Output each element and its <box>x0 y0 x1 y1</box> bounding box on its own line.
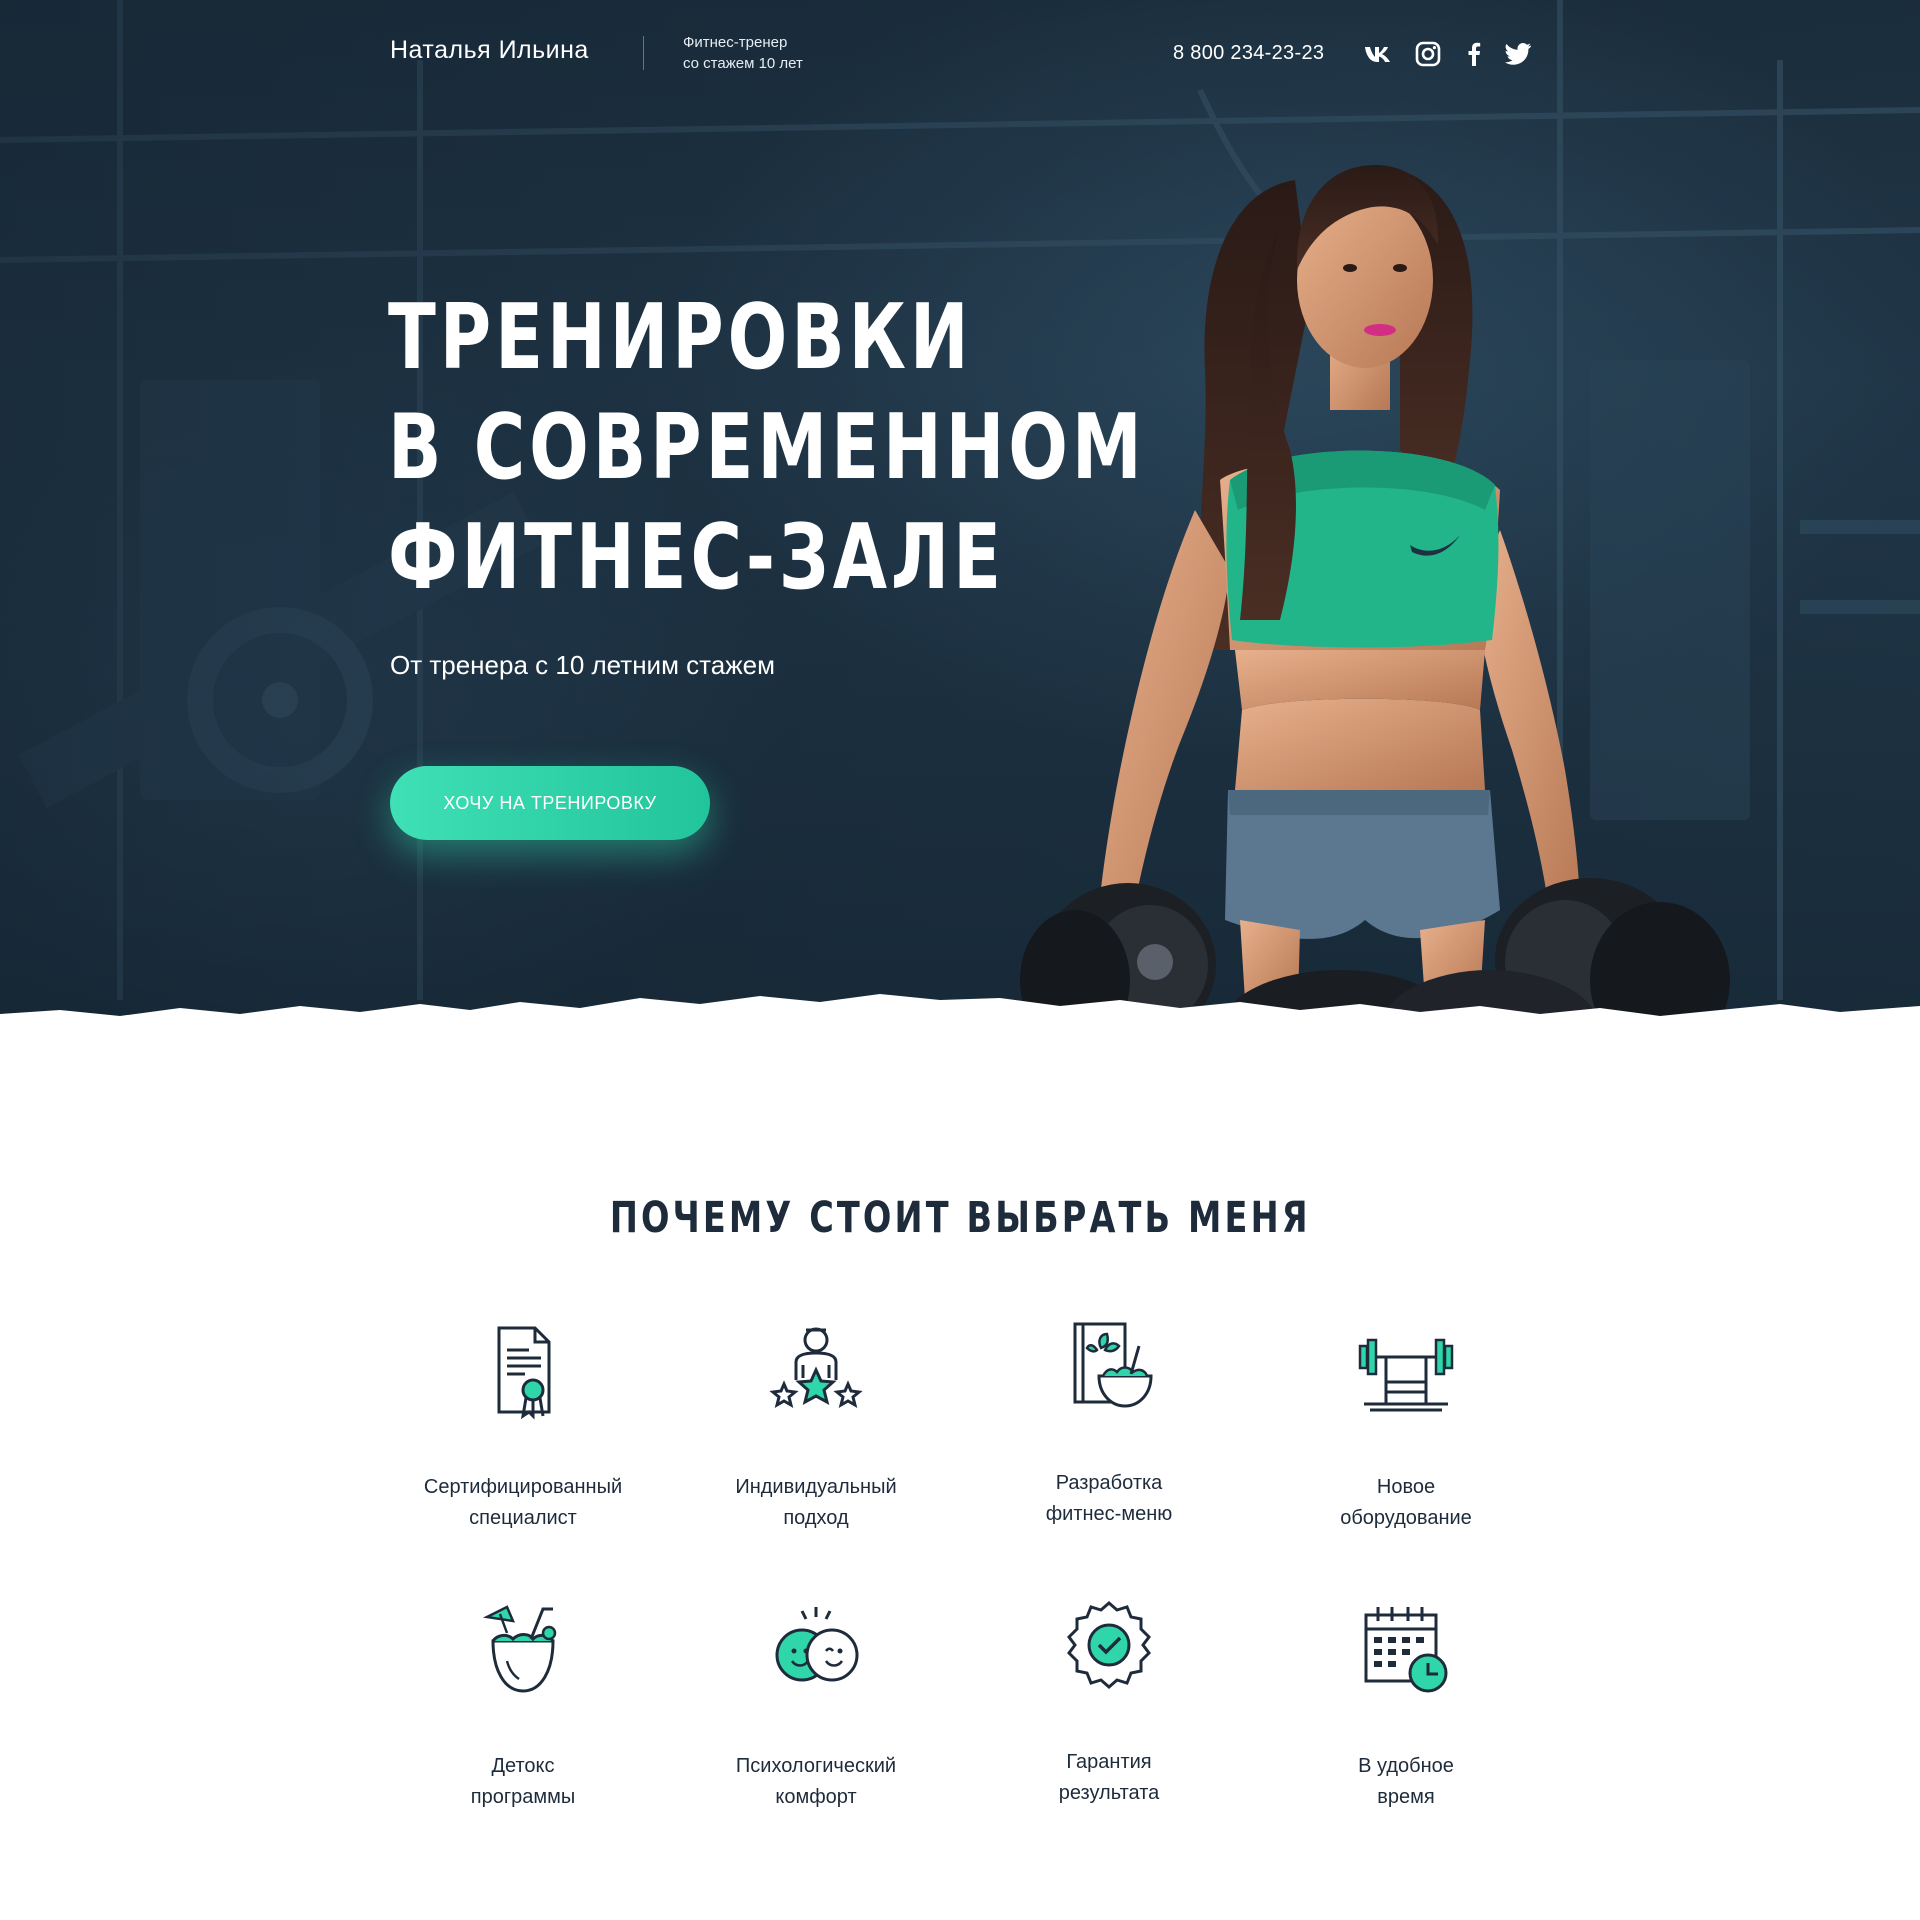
feature-label: Новое оборудование <box>1276 1472 1536 1534</box>
feature-label-line-1: Новое <box>1376 1476 1436 1498</box>
instagram-icon[interactable] <box>1414 40 1442 68</box>
personal-approach-icon <box>769 1327 863 1409</box>
feature-new-equipment: Новое оборудование <box>1276 1320 1536 1534</box>
feature-label-line-2: результата <box>1058 1782 1160 1804</box>
feature-psychological-comfort: Психологический комфорт <box>686 1599 946 1813</box>
twitter-icon[interactable] <box>1504 40 1532 68</box>
feature-label: Сертифицированный специалист <box>393 1472 653 1534</box>
barbell-equipment-icon <box>1358 1338 1454 1412</box>
facebook-icon[interactable] <box>1460 40 1488 68</box>
coconut-detox-icon <box>482 1605 557 1693</box>
tagline-line-1: Фитнес-тренер <box>683 34 788 51</box>
hero-title-line-1: ТРЕНИРОВКИ <box>388 285 973 390</box>
feature-detox: Детокс программы <box>393 1599 653 1813</box>
tagline-line-2: со стажем 10 лет <box>683 55 803 72</box>
feature-label-line-1: В удобное <box>1358 1755 1454 1777</box>
certificate-icon <box>497 1326 551 1420</box>
feature-label-line-2: подход <box>783 1507 849 1529</box>
hero-title: ТРЕНИРОВКИ В СОВРЕМЕННОМ ФИТНЕС-ЗАЛЕ <box>388 283 1146 613</box>
feature-label: Индивидуальный подход <box>686 1472 946 1534</box>
feature-label-line-1: Детокс <box>491 1755 555 1777</box>
book-training-button[interactable]: ХОЧУ НА ТРЕНИРОВКУ <box>390 766 710 840</box>
feature-label-line-2: программы <box>470 1786 576 1808</box>
feature-certified: Сертифицированный специалист <box>393 1320 653 1534</box>
feature-label-line-2: время <box>1377 1786 1435 1808</box>
feature-label-line-2: комфорт <box>775 1786 857 1808</box>
hero-title-line-2: В СОВРЕМЕННОМ <box>388 395 1146 500</box>
torn-paper-divider <box>0 994 1920 1080</box>
feature-convenient-time: В удобное время <box>1276 1599 1536 1813</box>
fitness-menu-icon <box>1073 1322 1153 1408</box>
vk-icon[interactable] <box>1364 40 1392 68</box>
hero-section: Наталья Ильина Фитнес-тренер со стажем 1… <box>0 0 1920 1080</box>
header-divider <box>643 36 644 70</box>
features-title-text: ПОЧЕМУ СТОИТ ВЫБРАТЬ МЕНЯ <box>609 1193 1311 1243</box>
feature-label: В удобное время <box>1276 1751 1536 1813</box>
feature-result-guarantee: Гарантия результата <box>979 1595 1239 1809</box>
header-tagline: Фитнес-тренер со стажем 10 лет <box>683 32 883 74</box>
features-title: ПОЧЕМУ СТОИТ ВЫБРАТЬ МЕНЯ <box>0 1193 1920 1243</box>
feature-label-line-1: Индивидуальный <box>735 1476 897 1498</box>
hero-title-line-3: ФИТНЕС-ЗАЛЕ <box>388 505 1005 610</box>
feature-label: Психологический комфорт <box>686 1751 946 1813</box>
feature-fitness-menu: Разработка фитнес-меню <box>979 1316 1239 1530</box>
feature-label-line-2: оборудование <box>1340 1507 1472 1529</box>
feature-label-line-2: специалист <box>469 1507 577 1529</box>
guarantee-badge-icon <box>1067 1601 1151 1689</box>
trainer-photo <box>1020 165 1730 1070</box>
phone-number[interactable]: 8 800 234-23-23 <box>1173 42 1324 65</box>
feature-individual-approach: Индивидуальный подход <box>686 1320 946 1534</box>
feature-label-line-1: Гарантия <box>1066 1751 1152 1773</box>
feature-label: Детокс программы <box>393 1751 653 1813</box>
feature-label-line-1: Психологический <box>735 1755 897 1777</box>
feature-label-line-1: Сертифицированный <box>423 1476 623 1498</box>
feature-label: Гарантия результата <box>979 1747 1239 1809</box>
trainer-name[interactable]: Наталья Ильина <box>390 36 589 65</box>
hero-subtitle: От тренера с 10 летним стажем <box>390 650 775 680</box>
calendar-clock-icon <box>1364 1607 1448 1693</box>
feature-label: Разработка фитнес-меню <box>979 1468 1239 1530</box>
feature-label-line-1: Разработка <box>1055 1472 1163 1494</box>
feature-label-line-2: фитнес-меню <box>1045 1503 1173 1525</box>
smiles-comfort-icon <box>775 1607 859 1682</box>
